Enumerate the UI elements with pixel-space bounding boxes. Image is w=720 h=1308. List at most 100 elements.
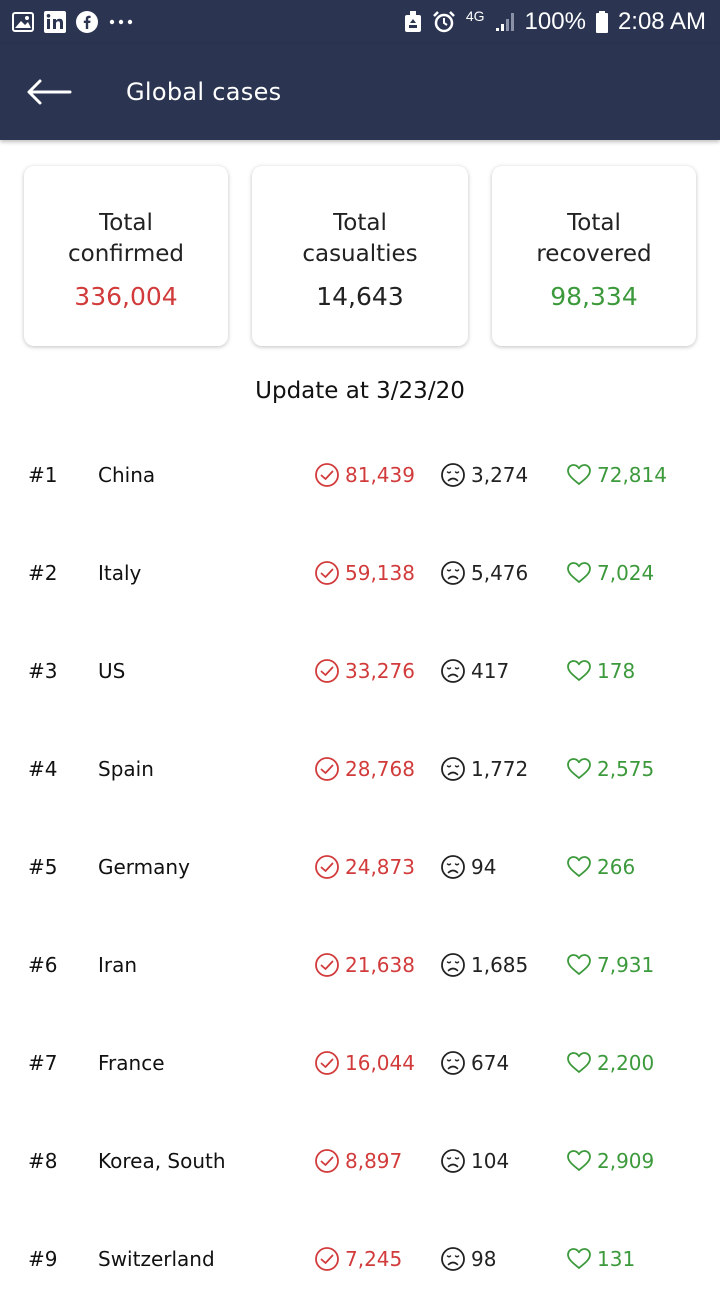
sad-face-icon [440, 1148, 466, 1174]
country-name: US [98, 659, 126, 683]
heart-icon [566, 1246, 592, 1272]
recovered-count: 72,814 [597, 463, 667, 487]
confirmed-count: 8,897 [345, 1149, 403, 1173]
recovered-stat: 7,931 [566, 952, 654, 978]
deaths-count: 417 [471, 659, 510, 683]
sad-face-icon [440, 1050, 466, 1076]
country-row[interactable]: #1 China 81,439 3,274 72,814 [0, 426, 720, 524]
heart-icon [566, 560, 592, 586]
country-list: #1 China 81,439 3,274 72,814 #2 Italy 59… [0, 426, 720, 1308]
country-row[interactable]: #7 France 16,044 674 2,200 [0, 1014, 720, 1112]
country-row[interactable]: #6 Iran 21,638 1,685 7,931 [0, 916, 720, 1014]
total-recovered-value: 98,334 [550, 281, 638, 311]
page-title: Global cases [126, 78, 282, 106]
deaths-count: 98 [471, 1247, 497, 1271]
deaths-stat: 1,685 [440, 952, 528, 978]
country-name: Korea, South [98, 1149, 226, 1173]
summary-cards: Total confirmed 336,004 Total casualties… [0, 140, 720, 346]
confirmed-count: 16,044 [345, 1051, 415, 1075]
more-dots-icon [108, 18, 134, 26]
deaths-stat: 98 [440, 1246, 496, 1272]
heart-icon [566, 1050, 592, 1076]
total-confirmed-card: Total confirmed 336,004 [24, 166, 228, 346]
recovered-count: 266 [597, 855, 636, 879]
deaths-count: 5,476 [471, 561, 529, 585]
country-rank: #8 [28, 1149, 58, 1173]
card-label-line: recovered [536, 240, 652, 267]
total-recovered-card: Total recovered 98,334 [492, 166, 696, 346]
back-button[interactable] [26, 77, 72, 107]
sad-face-icon [440, 854, 466, 880]
country-rank: #4 [28, 757, 58, 781]
country-name: France [98, 1051, 165, 1075]
deaths-stat: 674 [440, 1050, 509, 1076]
country-rank: #2 [28, 561, 58, 585]
arrow-left-icon [26, 78, 72, 106]
sad-face-icon [440, 658, 466, 684]
recovered-stat: 2,909 [566, 1148, 654, 1174]
deaths-count: 1,772 [471, 757, 529, 781]
recovered-stat: 7,024 [566, 560, 654, 586]
confirmed-stat: 21,638 [314, 952, 415, 978]
country-row[interactable]: #8 Korea, South 8,897 104 2,909 [0, 1112, 720, 1210]
deaths-stat: 94 [440, 854, 496, 880]
confirmed-stat: 16,044 [314, 1050, 415, 1076]
status-bar-left [12, 11, 134, 33]
total-casualties-card: Total casualties 14,643 [252, 166, 468, 346]
country-name: Iran [98, 953, 138, 977]
deaths-count: 3,274 [471, 463, 529, 487]
country-row[interactable]: #5 Germany 24,873 94 266 [0, 818, 720, 916]
update-date: Update at 3/23/20 [255, 378, 465, 404]
card-label-line: confirmed [68, 240, 184, 267]
facebook-icon [76, 11, 98, 33]
linkedin-icon [44, 11, 66, 33]
card-label-line: Total [567, 209, 621, 236]
heart-icon [566, 658, 592, 684]
recovered-count: 7,931 [597, 953, 655, 977]
deaths-count: 104 [471, 1149, 510, 1173]
country-rank: #1 [28, 463, 58, 487]
image-icon [12, 12, 34, 32]
confirmed-count: 21,638 [345, 953, 415, 977]
network-type: 4G [465, 8, 485, 24]
alarm-icon [432, 10, 456, 34]
confirmed-stat: 59,138 [314, 560, 415, 586]
clock: 2:08 AM [617, 8, 706, 35]
deaths-count: 674 [471, 1051, 510, 1075]
country-name: Italy [98, 561, 142, 585]
country-row[interactable]: #3 US 33,276 417 178 [0, 622, 720, 720]
total-confirmed-value: 336,004 [74, 281, 178, 311]
country-name: Spain [98, 757, 154, 781]
confirmed-stat: 81,439 [314, 462, 415, 488]
confirmed-count: 33,276 [345, 659, 415, 683]
confirmed-count: 24,873 [345, 855, 415, 879]
confirmed-stat: 8,897 [314, 1148, 402, 1174]
recovered-count: 131 [597, 1247, 636, 1271]
country-row[interactable]: #4 Spain 28,768 1,772 2,575 [0, 720, 720, 818]
recovered-stat: 2,200 [566, 1050, 654, 1076]
recovered-stat: 266 [566, 854, 635, 880]
recovered-stat: 131 [566, 1246, 635, 1272]
app-bar: Global cases [0, 44, 720, 140]
country-row[interactable]: #9 Switzerland 7,245 98 131 [0, 1210, 720, 1308]
check-circle-icon [314, 658, 340, 684]
check-circle-icon [314, 1148, 340, 1174]
card-label: Total confirmed [68, 208, 184, 270]
card-label: Total recovered [536, 208, 651, 270]
signal-icon [495, 12, 515, 32]
recovered-count: 2,200 [597, 1051, 655, 1075]
confirmed-stat: 33,276 [314, 658, 415, 684]
deaths-stat: 3,274 [440, 462, 528, 488]
heart-icon [566, 1148, 592, 1174]
check-circle-icon [314, 854, 340, 880]
sad-face-icon [440, 462, 466, 488]
recovered-stat: 178 [566, 658, 635, 684]
country-row[interactable]: #2 Italy 59,138 5,476 7,024 [0, 524, 720, 622]
sad-face-icon [440, 560, 466, 586]
status-bar-right: 4G 100% 2:08 AM [404, 8, 706, 36]
country-name: Germany [98, 855, 190, 879]
card-label-line: casualties [302, 240, 418, 267]
recovered-stat: 72,814 [566, 462, 667, 488]
card-label-line: Total [99, 209, 153, 236]
recovered-count: 2,575 [597, 757, 655, 781]
